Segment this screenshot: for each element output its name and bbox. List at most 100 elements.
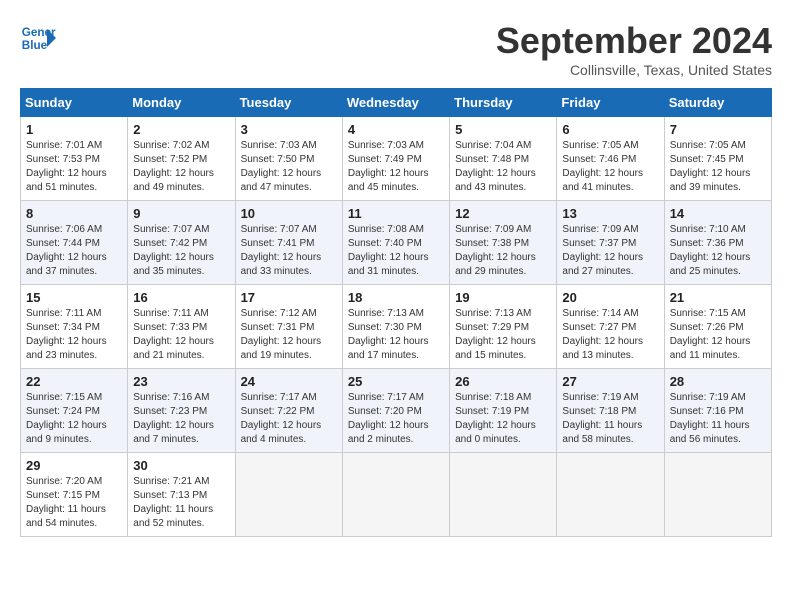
day-number: 19: [455, 290, 551, 305]
calendar-day-cell: 1 Sunrise: 7:01 AMSunset: 7:53 PMDayligh…: [21, 117, 128, 201]
day-info: Sunrise: 7:03 AMSunset: 7:49 PMDaylight:…: [348, 139, 444, 195]
day-number: 25: [348, 374, 444, 389]
location: Collinsville, Texas, United States: [496, 62, 772, 78]
weekday-header-saturday: Saturday: [664, 89, 771, 117]
calendar-day-cell: 30 Sunrise: 7:21 AMSunset: 7:13 PMDaylig…: [128, 453, 235, 537]
calendar-day-cell: 15 Sunrise: 7:11 AMSunset: 7:34 PMDaylig…: [21, 285, 128, 369]
day-number: 22: [26, 374, 122, 389]
svg-text:Blue: Blue: [22, 39, 48, 52]
day-number: 2: [133, 122, 229, 137]
calendar-day-cell: 7 Sunrise: 7:05 AMSunset: 7:45 PMDayligh…: [664, 117, 771, 201]
day-info: Sunrise: 7:13 AMSunset: 7:29 PMDaylight:…: [455, 307, 551, 363]
calendar-day-cell: [450, 453, 557, 537]
day-number: 1: [26, 122, 122, 137]
day-number: 6: [562, 122, 658, 137]
day-info: Sunrise: 7:07 AMSunset: 7:41 PMDaylight:…: [241, 223, 337, 279]
day-info: Sunrise: 7:21 AMSunset: 7:13 PMDaylight:…: [133, 475, 229, 531]
calendar-day-cell: 28 Sunrise: 7:19 AMSunset: 7:16 PMDaylig…: [664, 369, 771, 453]
day-number: 12: [455, 206, 551, 221]
day-info: Sunrise: 7:05 AMSunset: 7:46 PMDaylight:…: [562, 139, 658, 195]
day-info: Sunrise: 7:19 AMSunset: 7:16 PMDaylight:…: [670, 391, 766, 447]
calendar-week-row: 1 Sunrise: 7:01 AMSunset: 7:53 PMDayligh…: [21, 117, 772, 201]
day-info: Sunrise: 7:11 AMSunset: 7:33 PMDaylight:…: [133, 307, 229, 363]
day-info: Sunrise: 7:03 AMSunset: 7:50 PMDaylight:…: [241, 139, 337, 195]
calendar-week-row: 22 Sunrise: 7:15 AMSunset: 7:24 PMDaylig…: [21, 369, 772, 453]
calendar-day-cell: [342, 453, 449, 537]
day-number: 7: [670, 122, 766, 137]
calendar-day-cell: 21 Sunrise: 7:15 AMSunset: 7:26 PMDaylig…: [664, 285, 771, 369]
day-info: Sunrise: 7:06 AMSunset: 7:44 PMDaylight:…: [26, 223, 122, 279]
day-info: Sunrise: 7:04 AMSunset: 7:48 PMDaylight:…: [455, 139, 551, 195]
day-number: 16: [133, 290, 229, 305]
weekday-header-wednesday: Wednesday: [342, 89, 449, 117]
calendar-day-cell: 26 Sunrise: 7:18 AMSunset: 7:19 PMDaylig…: [450, 369, 557, 453]
logo-icon: General Blue: [20, 20, 56, 56]
day-info: Sunrise: 7:15 AMSunset: 7:24 PMDaylight:…: [26, 391, 122, 447]
day-info: Sunrise: 7:05 AMSunset: 7:45 PMDaylight:…: [670, 139, 766, 195]
day-number: 27: [562, 374, 658, 389]
day-number: 10: [241, 206, 337, 221]
day-number: 8: [26, 206, 122, 221]
calendar-day-cell: 8 Sunrise: 7:06 AMSunset: 7:44 PMDayligh…: [21, 201, 128, 285]
day-number: 11: [348, 206, 444, 221]
day-info: Sunrise: 7:13 AMSunset: 7:30 PMDaylight:…: [348, 307, 444, 363]
month-title: September 2024: [496, 20, 772, 62]
calendar-day-cell: 18 Sunrise: 7:13 AMSunset: 7:30 PMDaylig…: [342, 285, 449, 369]
day-info: Sunrise: 7:08 AMSunset: 7:40 PMDaylight:…: [348, 223, 444, 279]
calendar-day-cell: 9 Sunrise: 7:07 AMSunset: 7:42 PMDayligh…: [128, 201, 235, 285]
day-number: 13: [562, 206, 658, 221]
calendar-day-cell: 2 Sunrise: 7:02 AMSunset: 7:52 PMDayligh…: [128, 117, 235, 201]
day-info: Sunrise: 7:09 AMSunset: 7:37 PMDaylight:…: [562, 223, 658, 279]
calendar-day-cell: 11 Sunrise: 7:08 AMSunset: 7:40 PMDaylig…: [342, 201, 449, 285]
calendar-day-cell: 6 Sunrise: 7:05 AMSunset: 7:46 PMDayligh…: [557, 117, 664, 201]
calendar-day-cell: 4 Sunrise: 7:03 AMSunset: 7:49 PMDayligh…: [342, 117, 449, 201]
calendar-day-cell: 19 Sunrise: 7:13 AMSunset: 7:29 PMDaylig…: [450, 285, 557, 369]
day-info: Sunrise: 7:17 AMSunset: 7:20 PMDaylight:…: [348, 391, 444, 447]
day-info: Sunrise: 7:20 AMSunset: 7:15 PMDaylight:…: [26, 475, 122, 531]
calendar-week-row: 29 Sunrise: 7:20 AMSunset: 7:15 PMDaylig…: [21, 453, 772, 537]
calendar-day-cell: 5 Sunrise: 7:04 AMSunset: 7:48 PMDayligh…: [450, 117, 557, 201]
day-info: Sunrise: 7:18 AMSunset: 7:19 PMDaylight:…: [455, 391, 551, 447]
calendar-day-cell: 12 Sunrise: 7:09 AMSunset: 7:38 PMDaylig…: [450, 201, 557, 285]
calendar-day-cell: 20 Sunrise: 7:14 AMSunset: 7:27 PMDaylig…: [557, 285, 664, 369]
day-info: Sunrise: 7:15 AMSunset: 7:26 PMDaylight:…: [670, 307, 766, 363]
day-number: 3: [241, 122, 337, 137]
weekday-header-monday: Monday: [128, 89, 235, 117]
day-info: Sunrise: 7:17 AMSunset: 7:22 PMDaylight:…: [241, 391, 337, 447]
day-number: 4: [348, 122, 444, 137]
day-number: 20: [562, 290, 658, 305]
day-info: Sunrise: 7:09 AMSunset: 7:38 PMDaylight:…: [455, 223, 551, 279]
calendar-week-row: 8 Sunrise: 7:06 AMSunset: 7:44 PMDayligh…: [21, 201, 772, 285]
day-number: 30: [133, 458, 229, 473]
day-number: 24: [241, 374, 337, 389]
calendar-day-cell: 27 Sunrise: 7:19 AMSunset: 7:18 PMDaylig…: [557, 369, 664, 453]
weekday-header-tuesday: Tuesday: [235, 89, 342, 117]
calendar-day-cell: 3 Sunrise: 7:03 AMSunset: 7:50 PMDayligh…: [235, 117, 342, 201]
calendar-day-cell: 29 Sunrise: 7:20 AMSunset: 7:15 PMDaylig…: [21, 453, 128, 537]
weekday-header-row: SundayMondayTuesdayWednesdayThursdayFrid…: [21, 89, 772, 117]
weekday-header-thursday: Thursday: [450, 89, 557, 117]
weekday-header-friday: Friday: [557, 89, 664, 117]
day-info: Sunrise: 7:12 AMSunset: 7:31 PMDaylight:…: [241, 307, 337, 363]
day-number: 23: [133, 374, 229, 389]
day-number: 29: [26, 458, 122, 473]
calendar-week-row: 15 Sunrise: 7:11 AMSunset: 7:34 PMDaylig…: [21, 285, 772, 369]
title-area: September 2024 Collinsville, Texas, Unit…: [496, 20, 772, 78]
header: General Blue September 2024 Collinsville…: [20, 20, 772, 78]
calendar-day-cell: 16 Sunrise: 7:11 AMSunset: 7:33 PMDaylig…: [128, 285, 235, 369]
day-number: 28: [670, 374, 766, 389]
day-number: 9: [133, 206, 229, 221]
day-number: 18: [348, 290, 444, 305]
day-number: 26: [455, 374, 551, 389]
day-number: 5: [455, 122, 551, 137]
calendar-day-cell: 23 Sunrise: 7:16 AMSunset: 7:23 PMDaylig…: [128, 369, 235, 453]
calendar-day-cell: 14 Sunrise: 7:10 AMSunset: 7:36 PMDaylig…: [664, 201, 771, 285]
day-info: Sunrise: 7:10 AMSunset: 7:36 PMDaylight:…: [670, 223, 766, 279]
calendar-day-cell: [664, 453, 771, 537]
calendar-day-cell: 22 Sunrise: 7:15 AMSunset: 7:24 PMDaylig…: [21, 369, 128, 453]
weekday-header-sunday: Sunday: [21, 89, 128, 117]
calendar-day-cell: 13 Sunrise: 7:09 AMSunset: 7:37 PMDaylig…: [557, 201, 664, 285]
calendar-day-cell: [557, 453, 664, 537]
day-info: Sunrise: 7:16 AMSunset: 7:23 PMDaylight:…: [133, 391, 229, 447]
day-info: Sunrise: 7:07 AMSunset: 7:42 PMDaylight:…: [133, 223, 229, 279]
